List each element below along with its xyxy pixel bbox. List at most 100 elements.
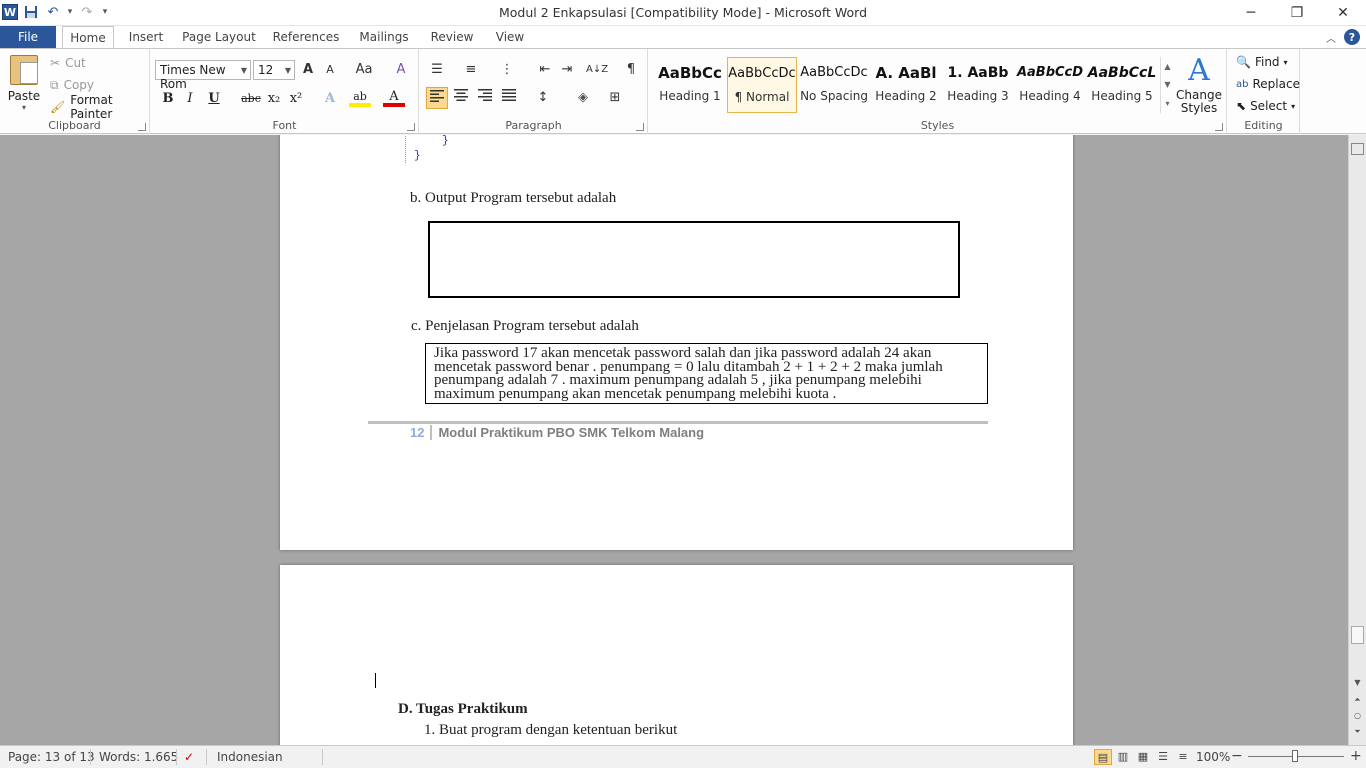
full-screen-reading-icon[interactable]: ▥	[1114, 749, 1132, 765]
print-layout-view-icon[interactable]: ▤	[1094, 749, 1112, 765]
restore-button[interactable]: ❐	[1274, 0, 1320, 26]
align-left-icon[interactable]	[426, 87, 448, 109]
chevron-up-icon[interactable]: ▲	[1164, 62, 1170, 71]
previous-page-icon[interactable]: ⏶	[1349, 695, 1366, 705]
clear-formatting-button[interactable]: A	[391, 59, 411, 81]
tab-mailings[interactable]: Mailings	[354, 26, 414, 48]
zoom-level[interactable]: 100%	[1196, 750, 1230, 764]
outline-view-icon[interactable]: ☰	[1154, 749, 1172, 765]
strikethrough-button[interactable]: abc	[239, 89, 263, 109]
zoom-out-button[interactable]: −	[1231, 748, 1243, 764]
align-right-icon[interactable]	[474, 87, 496, 109]
subscript-button[interactable]: x₂	[263, 89, 285, 109]
multilevel-list-icon[interactable]: ⋮	[496, 59, 518, 81]
show-marks-icon[interactable]: ¶	[620, 59, 642, 81]
line-spacing-icon[interactable]: ↕	[532, 87, 554, 109]
page-13[interactable]: D. Tugas Praktikum 1. Buat program denga…	[280, 565, 1073, 745]
binoculars-icon: 🔍	[1236, 55, 1251, 69]
shrink-font-button[interactable]: A	[321, 59, 339, 81]
text-effects-button[interactable]: A	[319, 89, 341, 109]
chevron-down-icon[interactable]: ▼	[1164, 80, 1170, 89]
tab-home[interactable]: Home	[62, 26, 114, 49]
font-size-select[interactable]: 12 ▼	[253, 60, 295, 80]
page-count[interactable]: Page: 13 of 13	[8, 750, 95, 764]
tab-file[interactable]: File	[0, 26, 56, 48]
scroll-thumb[interactable]	[1351, 626, 1364, 644]
change-styles-button[interactable]: A Change Styles	[1173, 53, 1225, 115]
view-ruler-icon[interactable]	[1351, 143, 1364, 155]
window-title: Modul 2 Enkapsulasi [Compatibility Mode]…	[498, 5, 868, 20]
page-12[interactable]: } } b. Output Program tersebut adalah c.…	[280, 135, 1073, 550]
more-icon[interactable]: ▾	[1165, 99, 1169, 108]
minimize-button[interactable]: ─	[1228, 0, 1274, 26]
increase-indent-icon[interactable]: ⇥	[556, 59, 578, 81]
zoom-in-button[interactable]: +	[1350, 748, 1362, 764]
font-launcher-icon[interactable]	[407, 123, 415, 131]
document-area[interactable]: } } b. Output Program tersebut adalah c.…	[0, 135, 1348, 745]
replace-button[interactable]: ab Replace	[1236, 74, 1300, 94]
proofing-icon[interactable]: ✓	[184, 750, 194, 764]
font-family-select[interactable]: Times New Rom ▼	[155, 60, 251, 91]
numbering-icon[interactable]: ≡	[460, 59, 482, 81]
styles-launcher-icon[interactable]	[1215, 123, 1223, 131]
word-count[interactable]: Words: 1.665	[99, 750, 178, 764]
shading-icon[interactable]: ◈	[572, 87, 594, 109]
paintbrush-icon: 🖌	[50, 100, 66, 114]
close-button[interactable]: ✕	[1320, 0, 1366, 26]
output-box[interactable]	[428, 221, 960, 298]
style-heading-4[interactable]: AaBbCcD Heading 4	[1015, 57, 1085, 113]
tab-page-layout[interactable]: Page Layout	[180, 26, 258, 48]
style-heading-5[interactable]: AaBbCcL Heading 5	[1087, 57, 1157, 113]
style-heading-3[interactable]: 1. AaBb Heading 3	[943, 57, 1013, 113]
font-color-button[interactable]: A	[383, 89, 405, 107]
grow-font-button[interactable]: A	[299, 59, 317, 81]
next-page-icon[interactable]: ⏷	[1349, 727, 1366, 737]
font-group-label: Font	[272, 119, 297, 132]
browse-object-icon[interactable]: ○	[1349, 711, 1366, 720]
minimize-ribbon-icon[interactable]: ︿	[1326, 30, 1336, 45]
tab-references[interactable]: References	[270, 26, 342, 48]
zoom-slider-thumb[interactable]	[1292, 750, 1298, 762]
font-group: Times New Rom ▼ 12 ▼ A A Aa A B I U abc x₂…	[151, 49, 419, 134]
bullets-icon[interactable]: ☰	[426, 59, 448, 81]
find-button[interactable]: 🔍 Find ▾	[1236, 52, 1288, 72]
change-styles-icon: A	[1188, 53, 1210, 88]
bold-button[interactable]: B	[157, 89, 179, 109]
paste-button[interactable]: Paste ▾	[6, 55, 42, 112]
explanation-box[interactable]: Jika password 17 akan mencetak password …	[425, 343, 988, 404]
select-button[interactable]: ⬉ Select ▾	[1236, 96, 1295, 116]
sort-icon[interactable]: A↓Z	[586, 59, 608, 81]
change-case-button[interactable]: Aa	[351, 59, 377, 81]
paragraph-launcher-icon[interactable]	[636, 123, 644, 131]
tab-view[interactable]: View	[490, 26, 530, 48]
style-heading-1[interactable]: AaBbCc Heading 1	[655, 57, 725, 113]
language[interactable]: Indonesian	[217, 750, 283, 764]
styles-group-label: Styles	[920, 119, 955, 132]
web-layout-icon[interactable]: ▦	[1134, 749, 1152, 765]
draft-view-icon[interactable]: ≡	[1174, 749, 1192, 765]
style-no-spacing[interactable]: AaBbCcDc No Spacing	[799, 57, 869, 113]
decrease-indent-icon[interactable]: ⇤	[534, 59, 556, 81]
tab-insert[interactable]: Insert	[124, 26, 168, 48]
borders-icon[interactable]: ⊞	[604, 87, 626, 109]
underline-button[interactable]: U	[203, 89, 225, 109]
format-painter-button[interactable]: 🖌 Format Painter	[50, 93, 149, 121]
paste-icon	[10, 55, 38, 85]
style-heading-2[interactable]: A. AaBl Heading 2	[871, 57, 941, 113]
clipboard-launcher-icon[interactable]	[138, 123, 146, 131]
superscript-button[interactable]: x²	[285, 89, 307, 109]
scroll-down-arrow[interactable]: ▼	[1349, 678, 1366, 687]
help-icon[interactable]: ?	[1344, 29, 1360, 45]
align-center-icon[interactable]	[450, 87, 472, 109]
copy-button[interactable]: ⧉ Copy	[50, 75, 94, 95]
justify-icon[interactable]	[498, 87, 520, 109]
cut-button[interactable]: ✂ Cut	[50, 53, 86, 73]
styles-gallery-scroll[interactable]: ▲ ▼ ▾	[1160, 57, 1174, 113]
tab-review[interactable]: Review	[426, 26, 478, 48]
code-bracket-marker	[405, 135, 413, 163]
highlight-button[interactable]: ab	[349, 89, 371, 107]
style-normal[interactable]: AaBbCcDc ¶ Normal	[727, 57, 797, 113]
italic-button[interactable]: I	[179, 89, 201, 109]
select-cursor-icon: ⬉	[1236, 99, 1247, 113]
vertical-scrollbar[interactable]: ▼ ⏶ ○ ⏷	[1348, 135, 1366, 745]
